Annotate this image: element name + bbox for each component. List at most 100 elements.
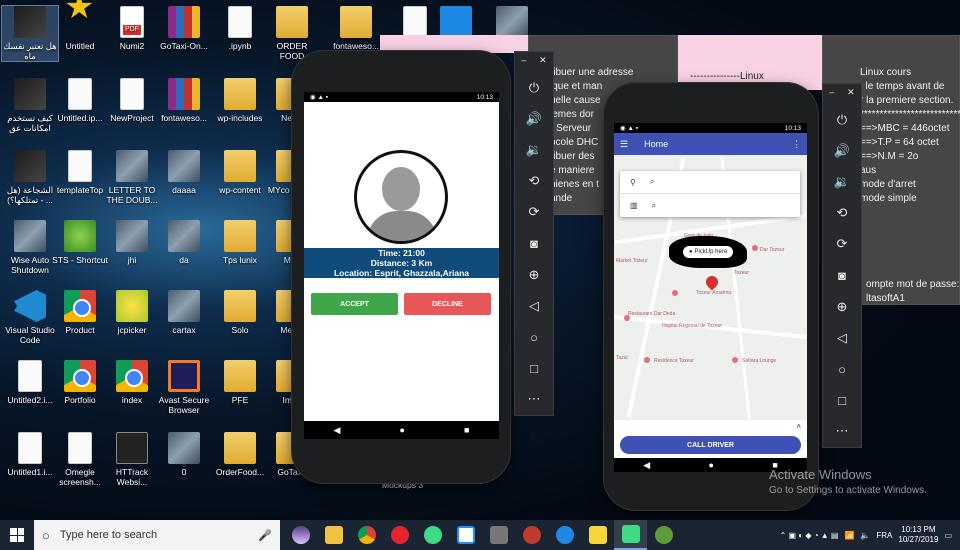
desktop-icon[interactable]: jhi [104, 220, 160, 265]
taskbar-search-box[interactable]: ○ Type here to search 🎤 [34, 520, 280, 550]
zoom-icon[interactable]: ⊕ [529, 259, 540, 290]
zoom-icon[interactable]: ⊕ [837, 291, 848, 322]
nav-back-icon[interactable]: ◀ [643, 460, 650, 471]
desktop-icon[interactable]: Numi2 [104, 6, 160, 51]
desktop-icon[interactable]: wp-includes [212, 78, 268, 123]
task-view-icon[interactable] [284, 520, 317, 550]
desktop-icon[interactable]: Tps lunix [212, 220, 268, 265]
desktop-icon[interactable]: Product [52, 290, 108, 335]
desktop-icon[interactable]: index [104, 360, 160, 405]
sticky-notes-icon[interactable] [581, 520, 614, 550]
emulator-icon[interactable] [614, 520, 647, 550]
c-app-icon[interactable] [548, 520, 581, 550]
desktop-icon[interactable]: templateTop [52, 150, 108, 195]
desktop-icon[interactable]: Untitled2.i... [2, 360, 58, 405]
desktop-icon[interactable]: Untitled1.i... [2, 432, 58, 477]
folder-icon [276, 6, 308, 38]
accept-button[interactable]: ACCEPT [311, 293, 398, 315]
visual-studio-icon[interactable] [449, 520, 482, 550]
volume-up-icon[interactable]: 🔊 [526, 103, 542, 134]
call-driver-button[interactable]: CALL DRIVER [620, 436, 801, 454]
rotate-right-icon[interactable]: ⟳ [837, 229, 848, 260]
desktop-icon[interactable]: cartax [156, 290, 212, 335]
rotate-left-icon[interactable]: ⟲ [837, 198, 848, 229]
more-icon[interactable]: ⋯ [528, 384, 541, 415]
android-studio-icon[interactable] [416, 520, 449, 550]
volume-down-icon[interactable]: 🔉 [526, 134, 542, 165]
overflow-menu-icon[interactable]: ⋮ [792, 139, 801, 150]
camera-icon[interactable]: ◙ [530, 228, 538, 259]
overview-icon[interactable]: □ [838, 385, 846, 416]
desktop-icon-fontawesome-top[interactable]: fontaweso... [328, 6, 384, 51]
overview-icon[interactable]: □ [530, 353, 538, 384]
back-icon[interactable]: ◁ [837, 322, 847, 353]
tray-icons[interactable]: ⌃ ▣ ◐ ◆ ◔ ▲ ▤ [780, 531, 839, 540]
volume-icon[interactable]: 🔈 [860, 531, 870, 540]
desktop-icon[interactable]: PFE [212, 360, 268, 405]
notifications-icon[interactable]: ▭ [944, 531, 952, 540]
desktop-icon[interactable]: HTTrack Websi... [104, 432, 160, 487]
nav-back-icon[interactable]: ◀ [334, 425, 341, 436]
desktop-icon[interactable]: Untitled [52, 2, 108, 51]
opera-icon[interactable] [383, 520, 416, 550]
file-explorer-icon[interactable] [317, 520, 350, 550]
chrome-icon[interactable] [350, 520, 383, 550]
gimp-icon[interactable] [515, 520, 548, 550]
nav-home-icon[interactable]: ● [400, 425, 405, 435]
pickup-search-row[interactable]: ⚲ ⌕ [620, 171, 800, 194]
desktop-icon[interactable]: jcpicker [104, 290, 160, 335]
decline-button[interactable]: DECLINE [404, 293, 491, 315]
destination-search-row[interactable]: ▥ ⌕ [620, 194, 800, 217]
desktop-icon[interactable]: Untitled.ip... [52, 78, 108, 123]
power-icon[interactable]: ⏻ [837, 104, 847, 135]
home-icon[interactable]: ○ [530, 322, 538, 353]
desktop-icon[interactable]: Omegle screensh... [52, 432, 108, 487]
desktop-icon[interactable]: daaaa [156, 150, 212, 195]
back-icon[interactable]: ◁ [529, 290, 539, 321]
language-indicator[interactable]: FRA [876, 531, 892, 540]
minimize-icon[interactable]: – [829, 87, 834, 98]
vmware-icon[interactable] [482, 520, 515, 550]
desktop-icon[interactable]: 0 [156, 432, 212, 477]
expand-icon[interactable]: ˄ [796, 422, 801, 431]
more-icon[interactable]: ⋯ [836, 416, 849, 447]
desktop-icon[interactable]: LETTER TO THE DOUB... [104, 150, 160, 205]
desktop-icon[interactable]: wp-content [212, 150, 268, 195]
pickup-here-label[interactable]: ● PickUp here [683, 246, 733, 258]
rotate-left-icon[interactable]: ⟲ [529, 166, 540, 197]
desktop-icon[interactable]: كيف تستخدم امكانات عق [2, 78, 58, 133]
network-icon[interactable]: 📶 [844, 531, 854, 540]
menu-icon[interactable]: ☰ [620, 139, 628, 150]
desktop-icon[interactable]: Avast Secure Browser [156, 360, 212, 415]
desktop-icon[interactable]: fontaweso... [156, 78, 212, 123]
desktop-icon[interactable]: هل تعتبر نفسك ماه [1, 5, 59, 62]
android-icon[interactable] [647, 520, 680, 550]
start-button[interactable] [0, 520, 34, 550]
rotate-right-icon[interactable]: ⟳ [529, 197, 540, 228]
volume-down-icon[interactable]: 🔉 [834, 166, 850, 197]
desktop-icon[interactable]: Portfolio [52, 360, 108, 405]
nav-home-icon[interactable]: ● [709, 460, 714, 470]
nav-recent-icon[interactable]: ■ [464, 425, 469, 435]
desktop-icon[interactable]: OrderFood... [212, 432, 268, 477]
volume-up-icon[interactable]: 🔊 [834, 135, 850, 166]
desktop-icon[interactable]: NewProject [104, 78, 160, 123]
desktop-icon[interactable]: da [156, 220, 212, 265]
close-icon[interactable]: ✕ [539, 55, 547, 66]
desktop-icon[interactable]: Wise Auto Shutdown [2, 220, 58, 275]
microphone-icon[interactable]: 🎤 [258, 529, 272, 542]
desktop-icon[interactable]: GoTaxi-On... [156, 6, 212, 51]
close-icon[interactable]: ✕ [847, 87, 855, 98]
minimize-icon[interactable]: – [521, 55, 526, 66]
desktop-icon[interactable]: Solo [212, 290, 268, 335]
home-icon[interactable]: ○ [838, 354, 846, 385]
camera-icon[interactable]: ◙ [838, 260, 846, 291]
power-icon[interactable]: ⏻ [529, 72, 539, 103]
location-marker-icon[interactable] [703, 273, 721, 291]
desktop-icon[interactable]: الشجاعة (هل تمتلكها؟) - ... [2, 150, 58, 205]
pickup-car-marker[interactable]: ● PickUp here [669, 236, 747, 268]
clock[interactable]: 10:13 PM 10/27/2019 [898, 525, 938, 545]
desktop-icon[interactable]: STS - Shortcut [52, 220, 108, 265]
desktop-icon[interactable]: Visual Studio Code [2, 290, 58, 345]
desktop-icon[interactable]: .ipynb [212, 6, 268, 51]
